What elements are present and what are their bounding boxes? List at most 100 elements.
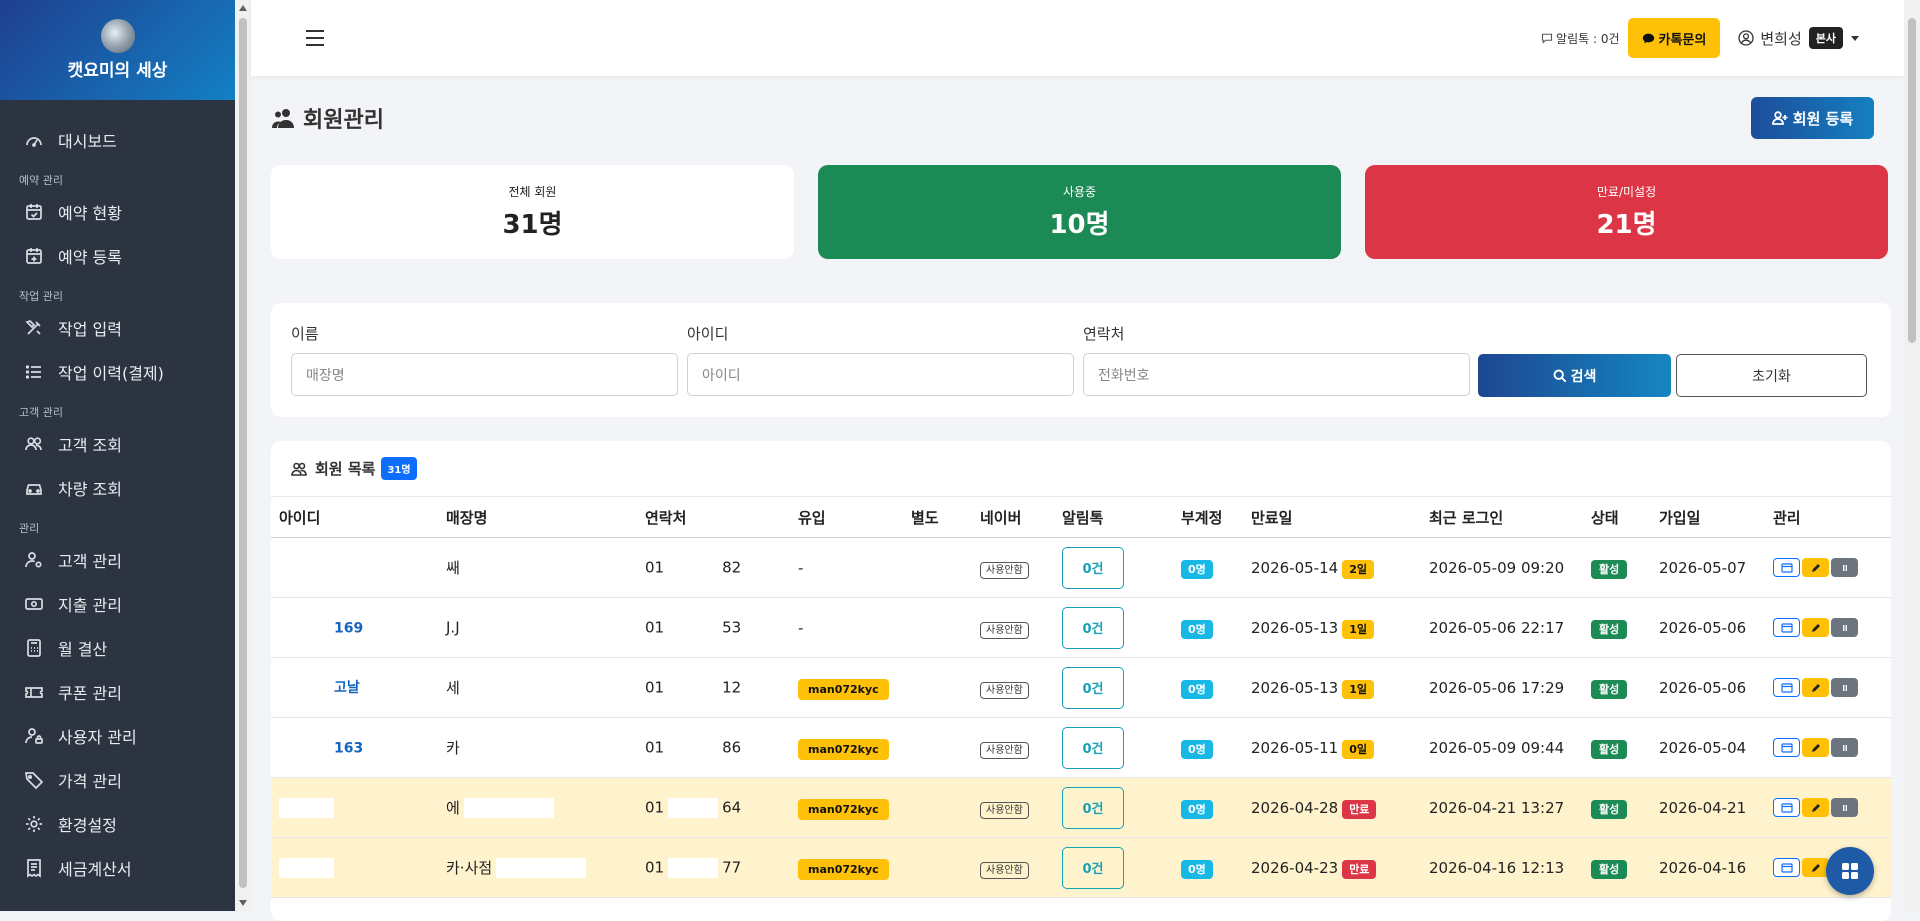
alimtalk-button[interactable]: 0건 — [1062, 786, 1124, 829]
phone-prefix: 01 — [645, 858, 665, 876]
edit-button[interactable] — [1802, 738, 1829, 757]
sidebar-item[interactable]: 차량 조회 — [0, 466, 235, 510]
edit-button[interactable] — [1802, 618, 1829, 637]
name-input[interactable]: 매장명 — [291, 353, 678, 396]
table-row[interactable]: 163 카 01 86 man072kyc 사용안함 0건 0명 2026-05-11 0일 202… — [271, 717, 1891, 778]
floating-apps-button[interactable] — [1826, 847, 1874, 895]
stat-active-label: 사용중 — [1062, 185, 1097, 199]
pause-button[interactable] — [1831, 738, 1858, 757]
reset-button[interactable]: 초기화 — [1676, 354, 1867, 397]
stat-expired-label: 만료/미설정 — [1596, 185, 1657, 199]
column-header: 부계정 — [1173, 496, 1243, 538]
table-row[interactable]: 169 J.J 01 53 - 사용안함 0건 0명 2026-05-13 1일 2026-05-0… — [271, 597, 1891, 658]
cash-icon — [25, 598, 43, 610]
column-header: 만료일 — [1243, 496, 1421, 538]
last-login: 2026-05-06 22:17 — [1429, 618, 1565, 637]
alimtalk-button[interactable]: 0건 — [1062, 846, 1124, 889]
sidebar-item[interactable]: 환경설정 — [0, 802, 235, 846]
sidebar-item[interactable]: 작업 입력 — [0, 306, 235, 350]
view-button[interactable] — [1773, 678, 1800, 697]
table-header-row: 아이디 매장명 연락처 유입 별도 네이버 알림톡 부계정 만료일 최근 로그인 상태 가입일 관리 — [271, 496, 1891, 538]
sidebar-item[interactable]: 고객 관리 — [0, 538, 235, 582]
table-body: 쌔 01 82 - 사용안함 0건 0명 2026-05-14 2일 2026-05-09 09:… — [271, 537, 1891, 898]
pencil-icon — [1811, 863, 1820, 872]
sidebar-item[interactable]: 작업 이력(결제) — [0, 350, 235, 394]
sidebar-item[interactable]: 예약 등록 — [0, 234, 235, 278]
member-id-link[interactable]: 163 — [334, 740, 363, 756]
brand[interactable]: 캣요미의 세상 — [0, 0, 235, 100]
table-row[interactable]: 카·사점 01 77 man072kyc 사용안함 0건 0명 2026-04-23 만료 202… — [271, 837, 1891, 898]
pause-button[interactable] — [1831, 618, 1858, 637]
sidebar-item[interactable]: 세금계산서 — [0, 846, 235, 890]
table-row[interactable]: 쌔 01 82 - 사용안함 0건 0명 2026-05-14 2일 2026-05-09 09:… — [271, 537, 1891, 598]
person-plus-icon — [1771, 111, 1788, 125]
member-id-link[interactable]: 169 — [334, 620, 363, 636]
search-button[interactable]: 검색 — [1478, 354, 1671, 397]
sidebar-item[interactable]: 고객 조회 — [0, 422, 235, 466]
window-icon — [1780, 862, 1793, 873]
pause-button[interactable] — [1831, 798, 1858, 817]
sidebar-item[interactable]: 지출 관리 — [0, 582, 235, 626]
sub-account-badge: 0명 — [1181, 799, 1213, 819]
sidebar-item[interactable]: 월 결산 — [0, 626, 235, 670]
sidebar-section-label: 고객 관리 — [19, 406, 63, 419]
sidebar-item[interactable]: 예약 현황 — [0, 190, 235, 234]
inflow-badge: man072kyc — [798, 858, 889, 880]
view-button[interactable] — [1773, 558, 1800, 577]
search-icon — [1553, 369, 1566, 382]
scroll-up-arrow[interactable] — [239, 5, 247, 11]
store-name: 카 — [446, 738, 460, 757]
phone-input[interactable]: 전화번호 — [1083, 353, 1470, 396]
brand-logo — [100, 19, 135, 53]
edit-button[interactable] — [1802, 678, 1829, 697]
hamburger-menu-icon[interactable] — [306, 30, 324, 46]
column-header: 네이버 — [972, 496, 1054, 538]
scroll-down-arrow[interactable] — [239, 900, 247, 906]
topbar-right: 알림톡 : 0건 카톡문의 변희성 본사 — [1541, 18, 1859, 58]
sub-account-badge: 0명 — [1181, 619, 1213, 639]
pause-icon — [1842, 684, 1847, 691]
sidebar-section-label: 예약 관리 — [19, 174, 63, 187]
status-badge: 활성 — [1591, 619, 1628, 639]
expire-date: 2026-05-11 — [1251, 738, 1339, 757]
sidebar-scroll-thumb[interactable] — [239, 18, 247, 888]
table-row[interactable]: 고날 세 01 12 man072kyc 사용안함 0건 0명 2026-05-13 1일 2026… — [271, 657, 1891, 718]
sidebar-scrollbar[interactable] — [235, 0, 251, 911]
edit-button[interactable] — [1802, 558, 1829, 577]
sidebar-item-label: 작업 이력(결제) — [58, 364, 164, 383]
table-row[interactable]: 에 01 64 man072kyc 사용안함 0건 0명 2026-04-28 만료 2026-0… — [271, 777, 1891, 838]
dday-badge: 만료 — [1342, 859, 1377, 879]
grid-icon — [1842, 863, 1858, 879]
edit-button[interactable] — [1802, 798, 1829, 817]
view-button[interactable] — [1773, 858, 1800, 877]
dday-badge: 2일 — [1342, 559, 1374, 579]
tag-icon — [24, 772, 44, 790]
sidebar-item[interactable]: 쿠폰 관리 — [0, 670, 235, 714]
phone-prefix: 01 — [645, 678, 665, 696]
alimtalk-button[interactable]: 0건 — [1062, 546, 1124, 589]
view-button[interactable] — [1773, 738, 1800, 757]
alimtalk-button[interactable]: 0건 — [1062, 606, 1124, 649]
page-scroll-thumb[interactable] — [1908, 18, 1916, 343]
sidebar-item[interactable]: 사용자 관리 — [0, 714, 235, 758]
id-input[interactable]: 아이디 — [687, 353, 1074, 396]
sidebar-item[interactable]: 가격 관리 — [0, 758, 235, 802]
kakao-inquiry-button[interactable]: 카톡문의 — [1627, 18, 1721, 58]
view-button[interactable] — [1773, 618, 1800, 637]
view-button[interactable] — [1773, 798, 1800, 817]
phone-prefix: 01 — [645, 618, 665, 636]
sidebar-item[interactable]: 대시보드 — [0, 118, 235, 162]
register-member-button[interactable]: 회원 등록 — [1751, 97, 1874, 139]
member-id-link[interactable]: 고날 — [334, 680, 360, 696]
edit-button[interactable] — [1802, 858, 1829, 877]
page-scrollbar[interactable] — [1904, 0, 1920, 911]
redacted-block — [279, 857, 334, 878]
alimtalk-button[interactable]: 0건 — [1062, 666, 1124, 709]
user-menu[interactable]: 변희성 본사 — [1738, 27, 1859, 49]
alimtalk-button[interactable]: 0건 — [1062, 726, 1124, 769]
status-badge: 활성 — [1591, 679, 1628, 699]
pause-button[interactable] — [1831, 558, 1858, 577]
redacted-block — [463, 617, 554, 638]
redacted-block — [463, 798, 554, 819]
pause-button[interactable] — [1831, 678, 1858, 697]
